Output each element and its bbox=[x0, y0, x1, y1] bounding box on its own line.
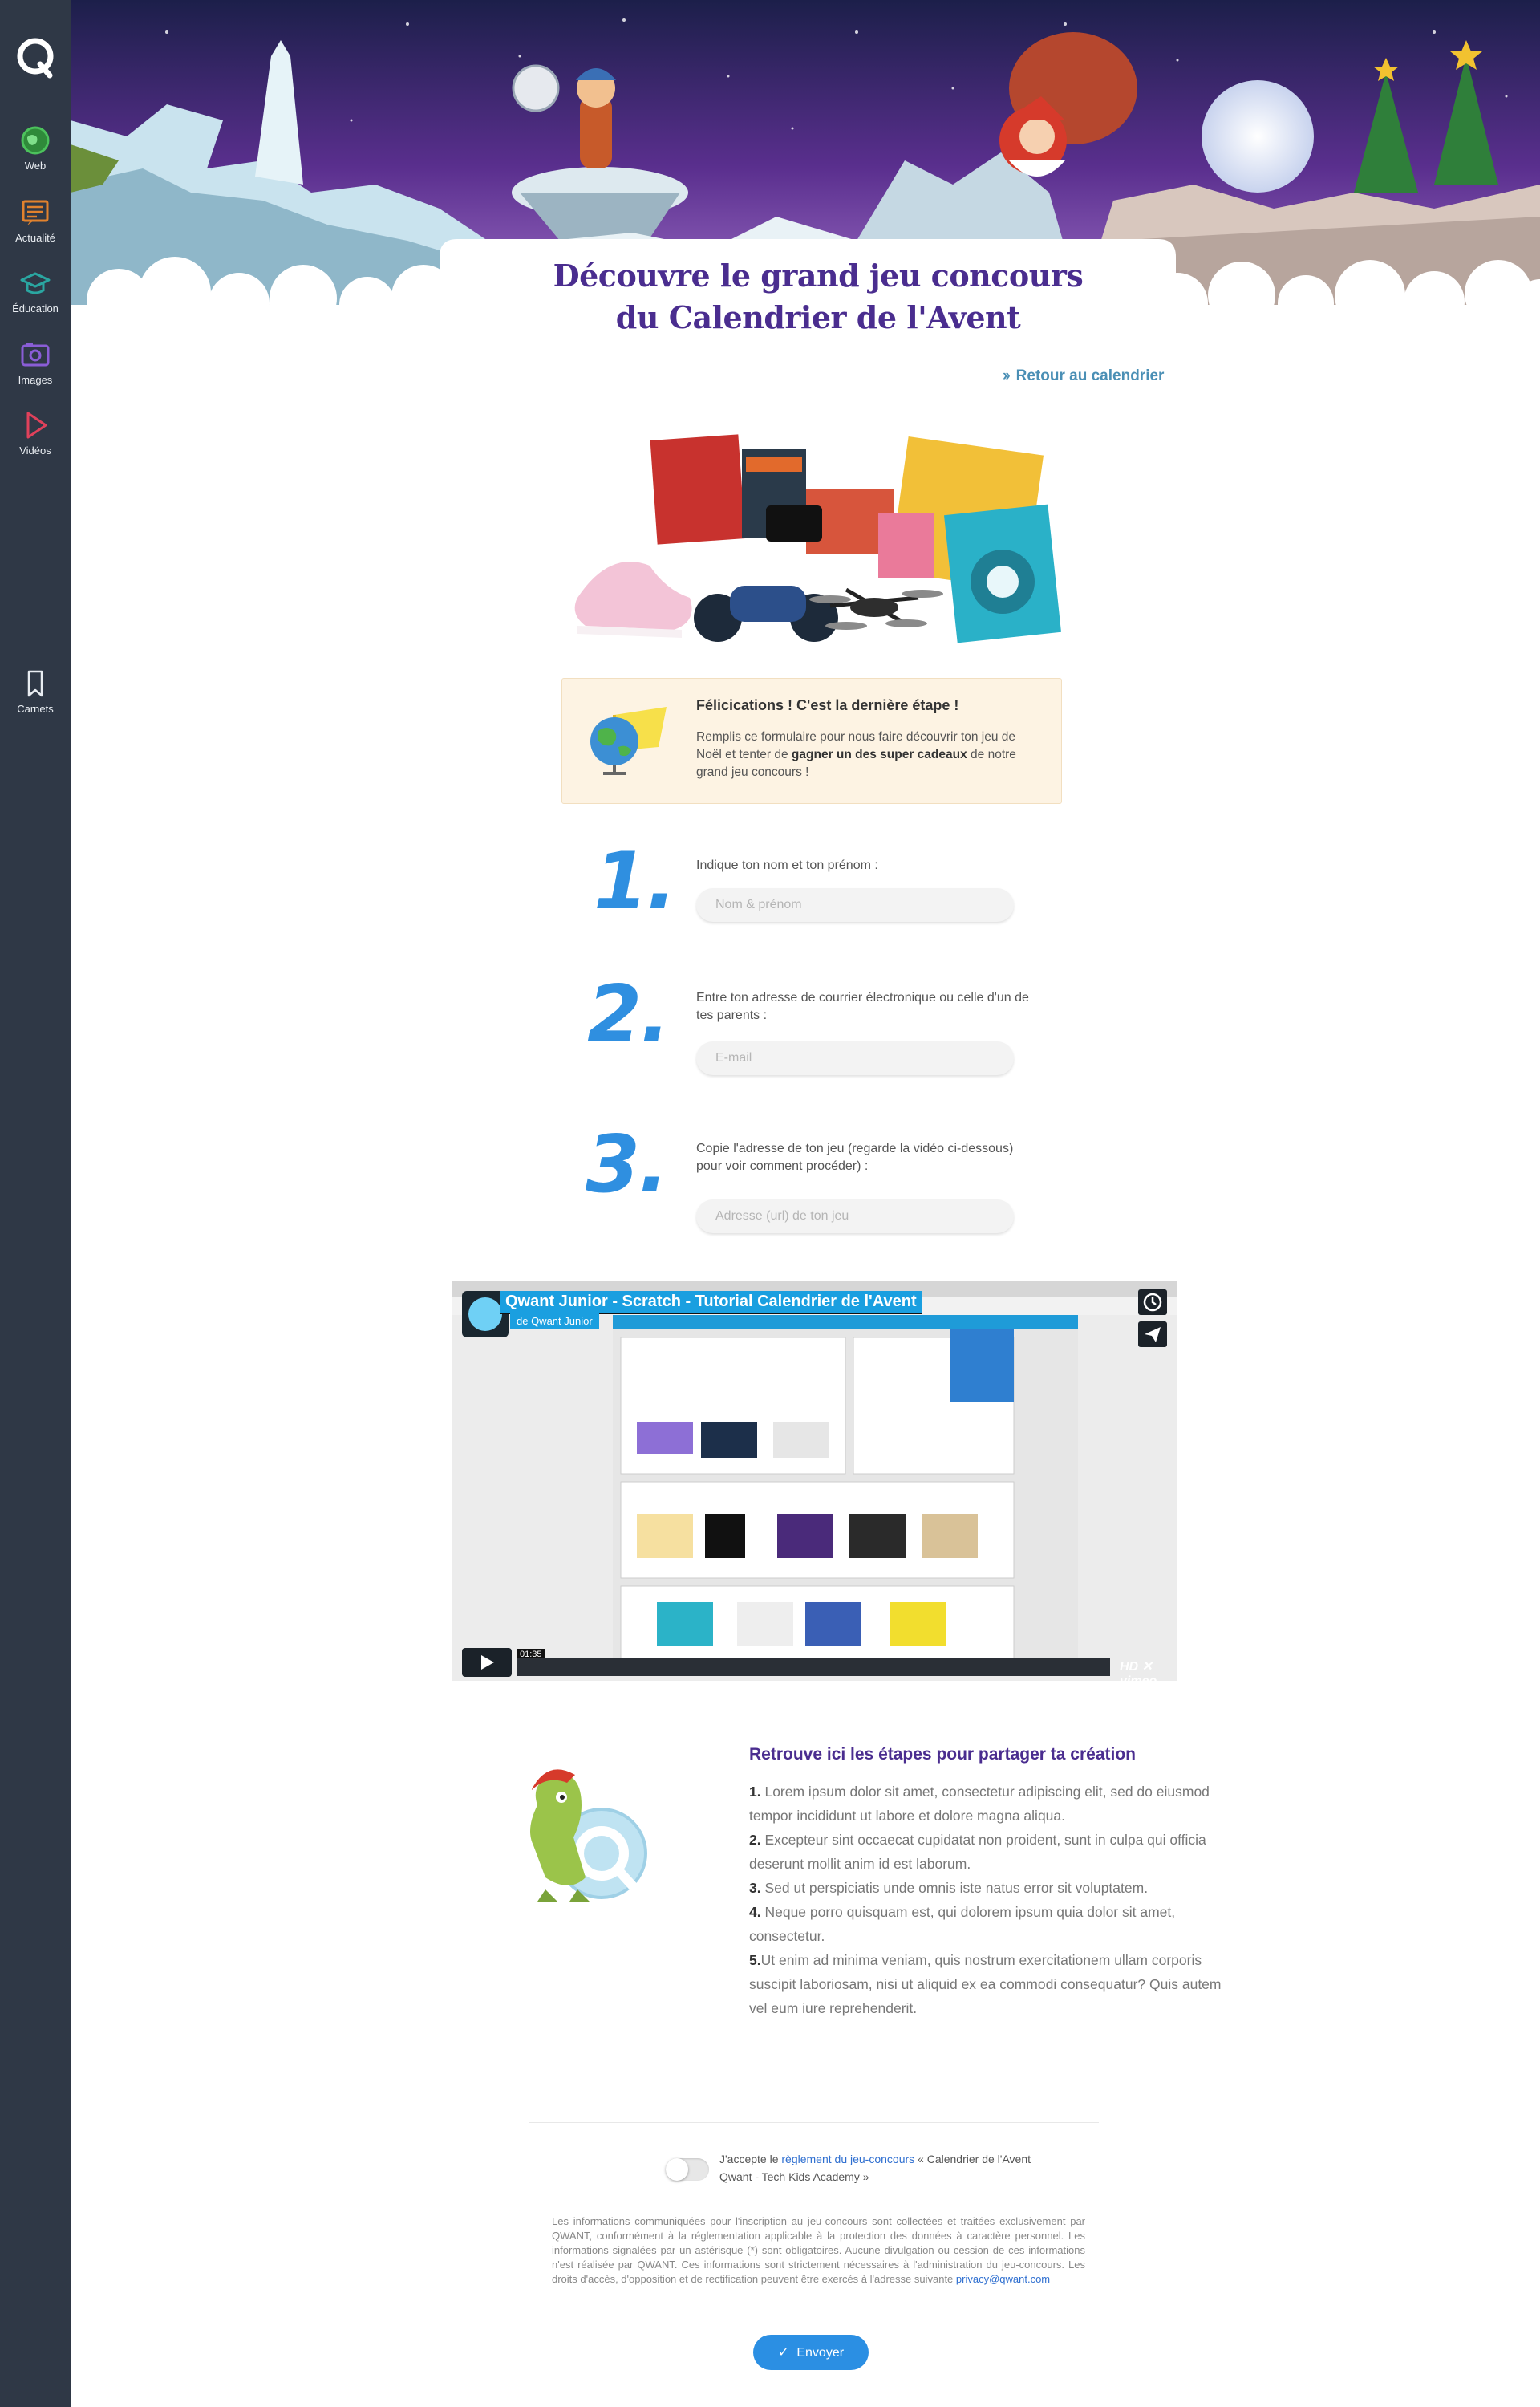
rules-link[interactable]: règlement du jeu-concours bbox=[781, 2153, 914, 2165]
game-url-input[interactable] bbox=[696, 1199, 1014, 1233]
step-label-1: Indique ton nom et ton prénom : bbox=[696, 858, 878, 872]
share-steps-list: 1. Lorem ipsum dolor sit amet, consectet… bbox=[749, 1780, 1230, 2020]
step-number-1: 1. bbox=[594, 836, 676, 927]
tutorial-video-player[interactable]: Qwant Junior - Scratch - Tutorial Calend… bbox=[452, 1281, 1177, 1681]
sidebar-item-label: Actualité bbox=[15, 232, 55, 244]
email-input[interactable] bbox=[696, 1041, 1014, 1075]
sidebar-item-carnets[interactable]: Carnets bbox=[0, 668, 71, 715]
sidebar-item-actualite[interactable]: Actualité bbox=[0, 197, 71, 244]
step-number-2: 2. bbox=[587, 969, 670, 1061]
video-progress-bar[interactable] bbox=[517, 1658, 1110, 1676]
list-item: 5.Ut enim ad minima veniam, quis nostrum… bbox=[749, 1948, 1230, 2020]
web-icon bbox=[21, 126, 50, 155]
vimeo-brand[interactable]: vimeo bbox=[1120, 1674, 1157, 1681]
submit-label: Envoyer bbox=[796, 2346, 845, 2360]
videos-icon bbox=[26, 412, 47, 439]
vimeo-logo[interactable]: HD ✕ vimeo bbox=[1120, 1658, 1177, 1681]
list-item: 4. Neque porro quisquam est, qui dolorem… bbox=[749, 1900, 1230, 1948]
share-button[interactable] bbox=[1138, 1321, 1167, 1347]
education-icon bbox=[20, 272, 51, 294]
sidebar-item-videos[interactable]: Vidéos bbox=[0, 409, 71, 457]
sidebar-item-education[interactable]: Éducation bbox=[0, 267, 71, 315]
video-title[interactable]: Qwant Junior - Scratch - Tutorial Calend… bbox=[500, 1291, 922, 1314]
back-to-calendar-link[interactable]: ›› Retour au calendrier bbox=[1003, 367, 1164, 385]
list-item-number: 5. bbox=[749, 1952, 761, 1968]
notice-text: Remplis ce formulaire pour nous faire dé… bbox=[696, 729, 1037, 781]
chevron-right-icon: ›› bbox=[1003, 367, 1011, 384]
prizes-image bbox=[574, 434, 1062, 643]
list-item-number: 1. bbox=[749, 1784, 761, 1800]
page-title-line1: Découvre le grand jeu concours bbox=[553, 258, 1084, 294]
notice-text-bold: gagner un des super cadeaux bbox=[791, 748, 967, 761]
toggle-knob[interactable] bbox=[666, 2158, 688, 2181]
watch-later-button[interactable] bbox=[1138, 1289, 1167, 1315]
list-item-number: 4. bbox=[749, 1904, 761, 1920]
clock-icon bbox=[1143, 1293, 1162, 1312]
video-frame-image bbox=[452, 1281, 1177, 1667]
list-item: 3. Sed ut perspiciatis unde omnis iste n… bbox=[749, 1876, 1230, 1900]
list-item-text: Lorem ipsum dolor sit amet, consectetur … bbox=[749, 1784, 1210, 1824]
sidebar-item-label: Images bbox=[18, 374, 53, 386]
sidebar-item-label: Éducation bbox=[12, 302, 59, 315]
list-item-text: Ut enim ad minima veniam, quis nostrum e… bbox=[749, 1952, 1222, 2016]
step-number-3: 3. bbox=[586, 1119, 668, 1211]
images-icon bbox=[21, 343, 50, 367]
notice-title: Félicications ! C'est la dernière étape … bbox=[696, 697, 959, 713]
video-author[interactable]: de Qwant Junior bbox=[510, 1313, 599, 1329]
name-input[interactable] bbox=[696, 888, 1014, 922]
sidebar-item-label: Carnets bbox=[17, 703, 54, 715]
submit-button[interactable]: ✓ Envoyer bbox=[753, 2335, 869, 2370]
divider bbox=[529, 2122, 1099, 2123]
list-item: 2. Excepteur sint occaecat cupidatat non… bbox=[749, 1828, 1230, 1876]
page-title: Découvre le grand jeu concours du Calend… bbox=[481, 255, 1155, 339]
sidebar-item-label: Web bbox=[24, 160, 47, 172]
play-button[interactable] bbox=[462, 1648, 512, 1677]
globe-icon bbox=[590, 707, 667, 775]
consent-prefix: J'accepte le bbox=[719, 2153, 782, 2165]
sidebar-item-images[interactable]: Images bbox=[0, 339, 71, 386]
step-label-3: Copie l'adresse de ton jeu (regarde la v… bbox=[696, 1142, 1014, 1173]
list-item-number: 2. bbox=[749, 1832, 761, 1848]
check-icon: ✓ bbox=[777, 2346, 789, 2360]
news-icon bbox=[22, 200, 49, 225]
dinosaur-mascot-illustration bbox=[521, 1769, 647, 1902]
page-title-line2: du Calendrier de l'Avent bbox=[615, 299, 1021, 335]
rules-accept-toggle[interactable] bbox=[666, 2158, 709, 2181]
list-item: 1. Lorem ipsum dolor sit amet, consectet… bbox=[749, 1780, 1230, 1828]
privacy-legal-text: Les informations communiquées pour l'ins… bbox=[552, 2214, 1085, 2287]
privacy-email-link[interactable]: privacy@qwant.com bbox=[956, 2273, 1050, 2285]
qwant-logo-icon[interactable] bbox=[11, 32, 59, 80]
rules-consent-text: J'accepte le règlement du jeu-concours «… bbox=[719, 2150, 1056, 2186]
list-item-number: 3. bbox=[749, 1880, 761, 1896]
hd-button[interactable]: HD bbox=[1120, 1660, 1138, 1674]
share-steps-title: Retrouve ici les étapes pour partager ta… bbox=[749, 1745, 1136, 1764]
list-item-text: Excepteur sint occaecat cupidatat non pr… bbox=[749, 1832, 1206, 1872]
back-link-label: Retour au calendrier bbox=[1015, 367, 1165, 384]
sidebar-item-label: Vidéos bbox=[19, 444, 51, 457]
send-icon bbox=[1145, 1327, 1161, 1342]
list-item-text: Neque porro quisquam est, qui dolorem ip… bbox=[749, 1904, 1176, 1944]
list-item-text: Sed ut perspiciatis unde omnis iste natu… bbox=[760, 1880, 1149, 1896]
sidebar-item-web[interactable]: Web bbox=[0, 124, 71, 172]
bookmark-icon bbox=[27, 670, 43, 697]
congratulations-notice: Félicications ! C'est la dernière étape … bbox=[561, 678, 1062, 804]
step-label-2: Entre ton adresse de courrier électroniq… bbox=[696, 991, 1029, 1022]
sidebar: Web Actualité Éducation Images Vidéos Ca… bbox=[0, 0, 71, 2407]
